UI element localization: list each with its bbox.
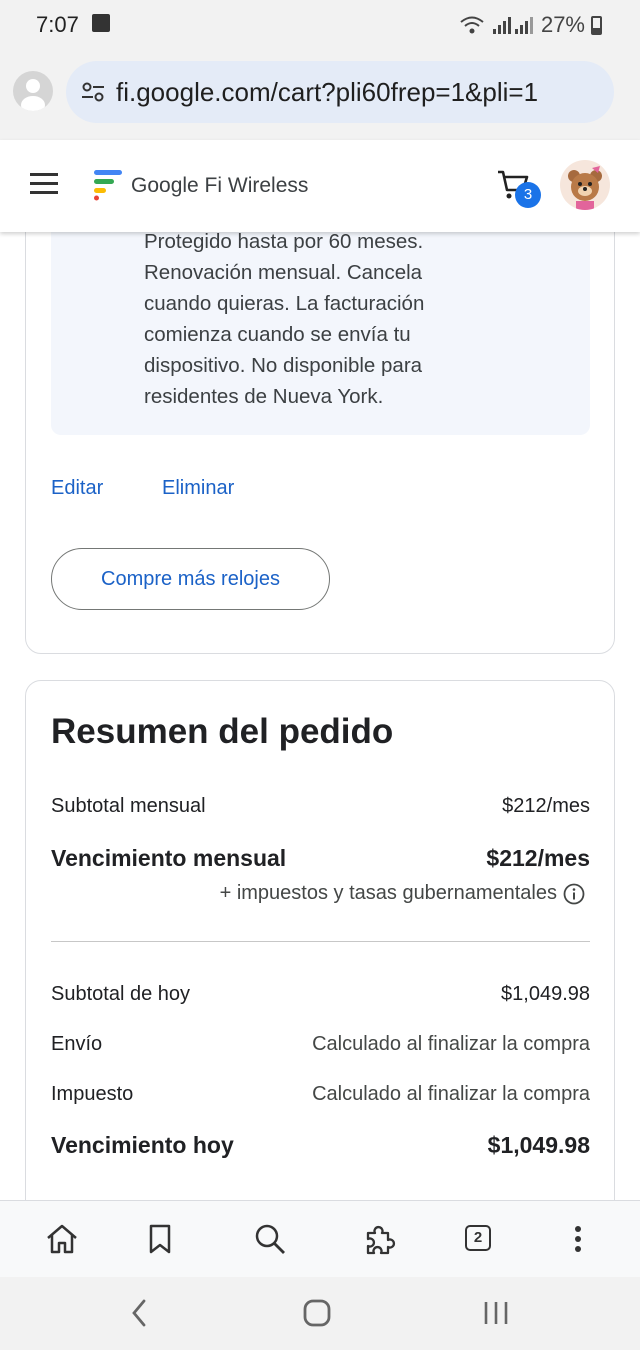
tax-label: Impuesto [51,1083,134,1105]
browser-toolbar [0,1200,640,1277]
tax-value: Calculado al finalizar la compra [312,1083,590,1105]
tax-note: + impuestos y tasas gubernamentales [220,882,585,905]
google-fi-logo [94,170,122,201]
info-icon[interactable] [563,883,585,905]
due-today-value: $1,049.98 [487,1132,590,1158]
monthly-subtotal-value: $212/mes [502,795,590,817]
description-line: Renovación mensual. Cancela [144,261,423,284]
shipping-label: Envío [51,1033,103,1055]
site-settings-icon[interactable] [80,79,106,105]
monthly-due-label: Vencimiento mensual [51,845,287,871]
description-line: residentes de Nueva York. [144,385,384,408]
wifi-icon [460,16,484,34]
site-header: Google Fi Wireless [0,140,640,232]
address-bar[interactable]: fi.google.com/cart?pli60frep=1&pli=1 [66,61,614,123]
system-navigation-bar [0,1277,640,1350]
home-icon[interactable] [44,1221,80,1257]
monthly-due-value: $212/mes [486,845,590,871]
edit-link[interactable]: Editar [51,477,103,500]
description-line: comienza cuando se envía tu [144,323,411,346]
status-indicators: 27% [459,12,602,38]
status-time: 7:07 [36,12,79,37]
order-summary-title: Resumen del pedido [51,712,394,751]
cart-count-badge[interactable]: 3 [515,182,541,208]
protection-description: Protegido hasta por 60 meses. Renovación… [144,226,564,412]
signal-icon [492,17,533,34]
menu-icon[interactable] [30,173,58,195]
bookmark-icon[interactable] [142,1221,178,1257]
more-options-icon[interactable] [560,1221,596,1257]
remove-link[interactable]: Eliminar [162,477,234,500]
battery-percent: 27% [540,12,585,37]
search-icon[interactable] [252,1221,288,1257]
extensions-icon[interactable] [362,1221,398,1257]
status-bar: 7:07 27% [0,0,640,50]
summary-divider [51,941,590,942]
back-icon[interactable] [126,1293,152,1333]
image-notification-icon [92,14,110,32]
shipping-value: Calculado al finalizar la compra [312,1033,590,1055]
browser-address-area: fi.google.com/cart?pli60frep=1&pli=1 [0,50,640,140]
tax-note-text: + impuestos y tasas gubernamentales [219,882,557,904]
description-line: dispositivo. No disponible para [144,354,423,377]
due-today-label: Vencimiento hoy [51,1132,234,1158]
monthly-subtotal-label: Subtotal mensual [51,795,206,817]
today-subtotal-value: $1,049.98 [501,983,590,1005]
description-line: cuando quieras. La facturación [144,292,425,315]
today-subtotal-label: Subtotal de hoy [51,983,190,1005]
battery-icon [591,15,602,35]
brand-name[interactable]: Google Fi Wireless [131,174,308,198]
profile-icon[interactable] [13,71,53,111]
recent-apps-icon[interactable] [480,1293,512,1333]
buy-more-watches-button[interactable]: Compre más relojes [51,548,330,610]
home-nav-icon[interactable] [301,1293,333,1333]
url-text[interactable]: fi.google.com/cart?pli60frep=1&pli=1 [116,77,538,108]
account-avatar[interactable] [560,160,610,210]
tab-switcher-button[interactable]: 2 [465,1225,491,1251]
